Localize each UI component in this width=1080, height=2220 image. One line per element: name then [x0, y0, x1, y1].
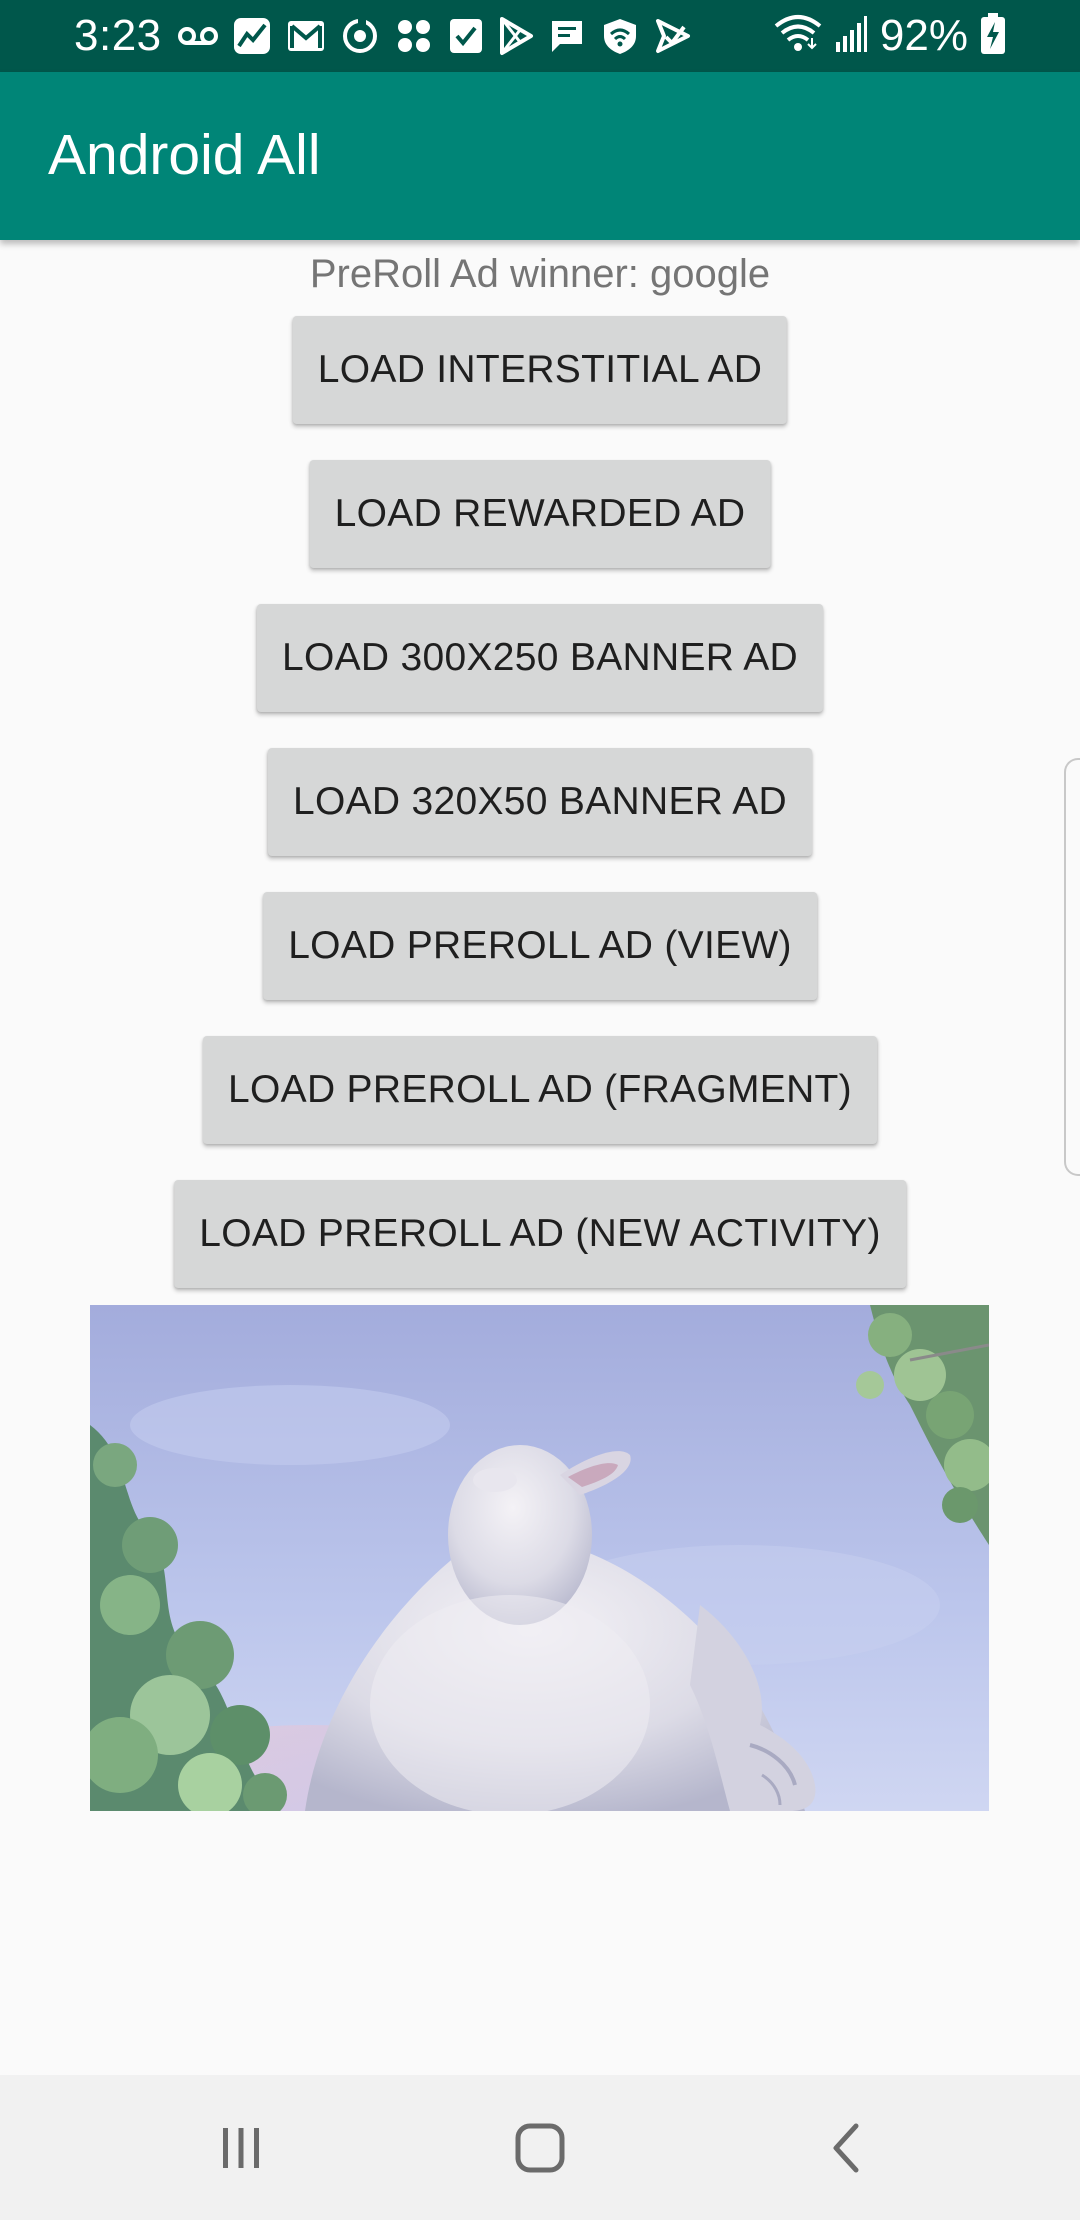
navigation-bar	[0, 2075, 1080, 2220]
app-activity-icon	[232, 16, 272, 56]
system-icons: 92%	[774, 11, 1006, 60]
edge-panel-handle[interactable]	[1064, 758, 1080, 1176]
battery-charging-icon	[980, 12, 1006, 60]
load-interstitial-ad-button[interactable]: LOAD INTERSTITIAL AD	[292, 316, 788, 424]
load-320x50-banner-ad-button[interactable]: LOAD 320X50 BANNER AD	[267, 748, 813, 856]
home-icon[interactable]	[500, 2115, 580, 2181]
preroll-winner-text: PreRoll Ad winner: google	[309, 252, 771, 296]
gmail-icon	[286, 18, 326, 54]
signal-icon	[834, 14, 868, 59]
load-preroll-ad-view-button[interactable]: LOAD PREROLL AD (VIEW)	[263, 892, 817, 1000]
recent-apps-icon[interactable]	[201, 2115, 281, 2181]
load-300x250-banner-ad-button[interactable]: LOAD 300X250 BANNER AD	[256, 604, 824, 712]
play-store-icon	[498, 16, 534, 56]
wifi-icon	[774, 14, 822, 59]
main-content: PreRoll Ad winner: google LOAD INTERSTIT…	[0, 240, 1080, 2075]
load-preroll-ad-fragment-button[interactable]: LOAD PREROLL AD (FRAGMENT)	[203, 1036, 877, 1144]
app-title: Android All	[48, 123, 321, 187]
app-grid-icon	[394, 16, 434, 56]
send-icon	[654, 17, 692, 55]
voicemail-icon	[178, 24, 218, 48]
checkbox-icon	[448, 16, 484, 56]
battery-percent: 92%	[879, 11, 968, 60]
sync-icon	[340, 16, 380, 56]
back-icon[interactable]	[806, 2115, 886, 2181]
notification-icons	[178, 14, 692, 58]
status-time: 3:23	[74, 11, 162, 60]
message-icon	[548, 17, 586, 55]
status-bar: 3:23 92%	[0, 0, 1080, 72]
app-bar: Android All	[0, 72, 1080, 240]
preroll-video-player[interactable]	[90, 1305, 989, 1811]
shield-wifi-icon	[600, 16, 640, 56]
load-rewarded-ad-button[interactable]: LOAD REWARDED AD	[309, 460, 771, 568]
load-preroll-ad-new-activity-button[interactable]: LOAD PREROLL AD (NEW ACTIVITY)	[174, 1180, 906, 1288]
